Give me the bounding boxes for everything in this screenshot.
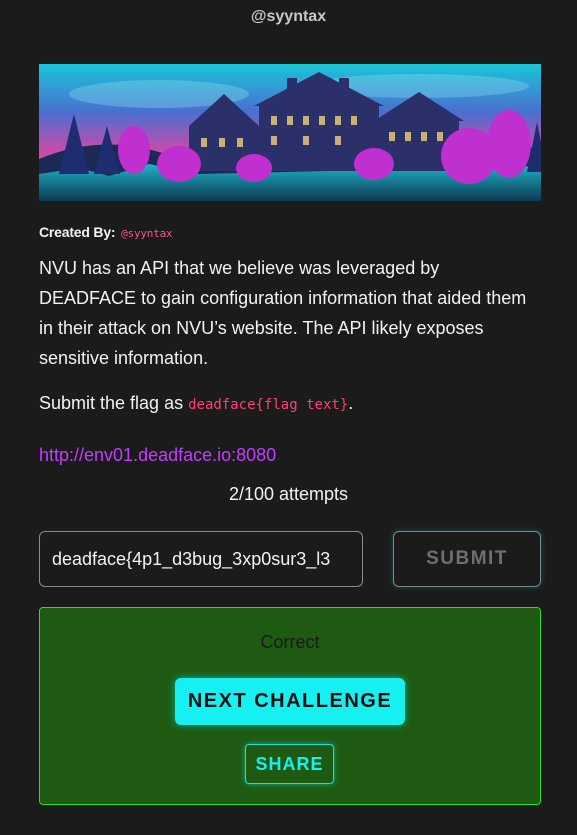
challenge-link[interactable]: http://env01.deadface.io:8080 [39, 445, 276, 466]
author-handle: @syyntax [250, 8, 327, 25]
attempts-counter: 2/100 attempts [228, 484, 349, 504]
result-panel: Correct NEXT CHALLENGE SHARE [39, 607, 541, 805]
challenge-description: NVU has an API that we believe was lever… [39, 258, 527, 368]
flag-input[interactable] [39, 531, 363, 587]
challenge-banner-image [39, 64, 541, 201]
share-button[interactable]: SHARE [245, 744, 334, 784]
next-challenge-button[interactable]: NEXT CHALLENGE [175, 678, 405, 725]
haunted-mansion-image [39, 64, 541, 201]
created-by-handle[interactable]: @syyntax [121, 227, 173, 240]
flag-format-code: deadface{flag text} [188, 397, 349, 413]
submit-button[interactable]: SUBMIT [393, 531, 541, 587]
flag-format-instructions: Submit the flag as deadface{flag text}. [39, 393, 353, 414]
flag-format-prefix: Submit the flag as [39, 393, 189, 413]
created-by-label: Created By: [39, 224, 116, 240]
challenge-page: @syyntax Created By: @syyntax NVU has an… [0, 0, 577, 835]
flag-format-suffix: . [348, 393, 354, 413]
result-status: Correct [260, 632, 320, 652]
created-by: Created By: @syyntax [39, 224, 173, 240]
